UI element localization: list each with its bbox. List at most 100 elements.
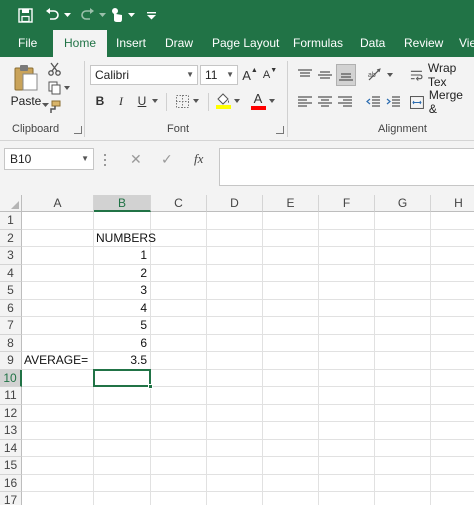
increase-indent-icon[interactable]: [384, 93, 402, 111]
bold-button[interactable]: B: [92, 91, 108, 111]
cell-e17[interactable]: [263, 492, 319, 505]
cell-d5[interactable]: [207, 282, 263, 300]
row-header-16[interactable]: 16: [0, 474, 22, 492]
align-left-icon[interactable]: [296, 93, 314, 111]
customize-icon[interactable]: [144, 0, 158, 30]
cell-f3[interactable]: [319, 247, 375, 265]
row-header-10[interactable]: 10: [0, 369, 22, 387]
fill-color-dropdown-icon[interactable]: [233, 97, 241, 105]
tab-file[interactable]: File: [18, 30, 37, 57]
cell-d8[interactable]: [207, 334, 263, 352]
cell-c16[interactable]: [151, 474, 207, 492]
cell-h17[interactable]: [431, 492, 474, 505]
cell-g16[interactable]: [375, 474, 431, 492]
wrap-text-button[interactable]: Wrap Tex: [410, 61, 474, 89]
cell-a14[interactable]: [22, 439, 94, 457]
cell-g4[interactable]: [375, 264, 431, 282]
tab-home[interactable]: Home: [53, 30, 108, 57]
fill-handle[interactable]: [148, 384, 153, 389]
row-header-14[interactable]: 14: [0, 439, 22, 457]
underline-button[interactable]: U: [134, 91, 150, 111]
row-header-6[interactable]: 6: [0, 299, 22, 317]
cell-a16[interactable]: [22, 474, 94, 492]
cell-c1[interactable]: [151, 212, 207, 230]
cell-b17[interactable]: [94, 492, 151, 505]
touch-dropdown-icon[interactable]: [126, 0, 136, 30]
row-header-8[interactable]: 8: [0, 334, 22, 352]
cell-f10[interactable]: [319, 369, 375, 387]
cell-a10[interactable]: [22, 369, 94, 387]
cell-g15[interactable]: [375, 457, 431, 475]
cell-h2[interactable]: [431, 230, 474, 247]
cell-d11[interactable]: [207, 387, 263, 405]
cell-e12[interactable]: [263, 404, 319, 422]
cell-d15[interactable]: [207, 457, 263, 475]
cell-b7[interactable]: 5: [94, 317, 151, 335]
cell-g17[interactable]: [375, 492, 431, 505]
clipboard-launcher-icon[interactable]: [74, 126, 82, 134]
cell-b8[interactable]: 6: [94, 334, 151, 352]
cell-g3[interactable]: [375, 247, 431, 265]
cell-d2[interactable]: [207, 229, 263, 247]
cell-a4[interactable]: [22, 264, 94, 282]
cell-h4[interactable]: [431, 265, 474, 282]
cell-a17[interactable]: [22, 492, 94, 505]
column-header-e[interactable]: E: [263, 195, 319, 212]
cell-e13[interactable]: [263, 422, 319, 440]
cell-f5[interactable]: [319, 282, 375, 300]
cell-e4[interactable]: [263, 264, 319, 282]
cell-d17[interactable]: [207, 492, 263, 505]
font-name-combo[interactable]: Calibri ▼: [90, 65, 198, 85]
redo-icon[interactable]: [77, 0, 97, 30]
cell-a7[interactable]: [22, 317, 94, 335]
cell-e1[interactable]: [263, 212, 319, 230]
cell-a2[interactable]: [22, 229, 94, 247]
cell-f8[interactable]: [319, 334, 375, 352]
formula-input[interactable]: [219, 148, 474, 186]
cell-c4[interactable]: [151, 264, 207, 282]
cell-g7[interactable]: [375, 317, 431, 335]
cell-a1[interactable]: [22, 212, 94, 230]
cell-b6[interactable]: 4: [94, 299, 151, 317]
cell-e3[interactable]: [263, 247, 319, 265]
cell-g5[interactable]: [375, 282, 431, 300]
cell-g10[interactable]: [375, 369, 431, 387]
cell-e9[interactable]: [263, 352, 319, 370]
cell-c10[interactable]: [151, 369, 207, 387]
cell-b11[interactable]: [94, 387, 151, 405]
cell-g8[interactable]: [375, 334, 431, 352]
cell-a3[interactable]: [22, 247, 94, 265]
cell-a9[interactable]: AVERAGE=: [22, 352, 94, 370]
row-header-4[interactable]: 4: [0, 264, 22, 282]
save-icon[interactable]: [14, 0, 36, 30]
cell-g9[interactable]: [375, 352, 431, 370]
cell-d14[interactable]: [207, 439, 263, 457]
cell-e6[interactable]: [263, 299, 319, 317]
cell-a15[interactable]: [22, 457, 94, 475]
cell-f11[interactable]: [319, 387, 375, 405]
cell-g2[interactable]: [375, 229, 431, 247]
align-middle-icon[interactable]: [316, 66, 334, 84]
cell-f4[interactable]: [319, 264, 375, 282]
column-header-a[interactable]: A: [22, 195, 94, 212]
cell-c17[interactable]: [151, 492, 207, 505]
cell-a11[interactable]: [22, 387, 94, 405]
font-launcher-icon[interactable]: [276, 126, 284, 134]
cell-h10[interactable]: [431, 370, 474, 387]
font-color-button[interactable]: A: [249, 91, 267, 111]
cell-g11[interactable]: [375, 387, 431, 405]
cell-h7[interactable]: [431, 317, 474, 335]
orientation-icon[interactable]: ab: [365, 66, 385, 84]
select-all-button[interactable]: [0, 195, 22, 212]
cell-c13[interactable]: [151, 422, 207, 440]
cell-d10[interactable]: [207, 369, 263, 387]
cell-e10[interactable]: [263, 369, 319, 387]
cell-c11[interactable]: [151, 387, 207, 405]
borders-icon[interactable]: [174, 93, 190, 109]
cell-e15[interactable]: [263, 457, 319, 475]
cell-f17[interactable]: [319, 492, 375, 505]
grow-font-button[interactable]: A ▲: [242, 65, 258, 85]
row-header-2[interactable]: 2: [0, 229, 22, 247]
cell-f2[interactable]: [319, 229, 375, 247]
column-header-f[interactable]: F: [319, 195, 375, 212]
